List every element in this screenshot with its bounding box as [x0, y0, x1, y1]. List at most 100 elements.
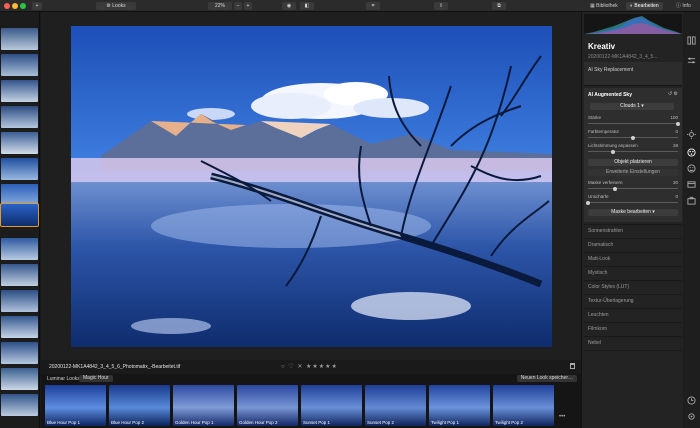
main-photo[interactable] — [71, 26, 552, 347]
filmstrip-thumb[interactable] — [1, 238, 38, 260]
top-toolbar: + ⚙ Looks 22% – + ◉ ◧ ⌗ ⇪ ⧉ ▦ Bibliothek… — [0, 0, 700, 12]
looks-category-select[interactable]: Magic Hour — [79, 375, 113, 382]
crop-icon[interactable]: ⌗ — [366, 2, 380, 10]
tool-matte-look[interactable]: Matt-Look — [588, 256, 610, 262]
eye-icon[interactable]: ◉ — [282, 2, 296, 10]
divider — [584, 252, 682, 253]
edit-mask-button[interactable]: Maske bearbeiten ▾ — [588, 209, 678, 216]
slider-knob[interactable] — [586, 200, 590, 205]
tool-mystical[interactable]: Mystisch — [588, 270, 607, 276]
filmstrip-thumb[interactable] — [1, 132, 38, 154]
face-icon[interactable] — [687, 164, 696, 173]
look-name: Golden Hour Pop 1 — [175, 420, 214, 425]
zoom-out-button[interactable]: – — [234, 2, 242, 10]
palette-icon[interactable] — [687, 148, 696, 157]
slider-value: 0 — [675, 194, 678, 199]
filmstrip-thumb[interactable] — [1, 368, 38, 390]
look-thumb[interactable]: Blue Hour Pop 1 — [45, 385, 106, 426]
tool-texture-overlay[interactable]: Textur-Überlagerung — [588, 298, 634, 304]
filmstrip-thumb[interactable] — [1, 80, 38, 102]
place-object-button[interactable]: Objekt platzieren — [588, 159, 678, 166]
filmstrip-thumb[interactable] — [1, 28, 38, 50]
compare-icon[interactable]: ◧ — [300, 2, 314, 10]
look-thumb[interactable]: Twilight Pop 1 — [429, 385, 490, 426]
filmstrip-thumb[interactable] — [1, 184, 38, 206]
filmstrip-thumb[interactable] — [1, 158, 38, 180]
filmstrip-thumb[interactable] — [1, 264, 38, 286]
settings-icon[interactable] — [687, 412, 696, 421]
tab-library-label: Bibliothek — [596, 3, 618, 9]
filmstrip-thumb[interactable] — [1, 316, 38, 338]
tool-glow[interactable]: Leuchten — [588, 312, 609, 318]
more-icon[interactable]: ••• — [559, 414, 565, 420]
image-canvas[interactable] — [41, 12, 581, 360]
look-thumb[interactable]: Golden Hour Pop 1 — [173, 385, 234, 426]
zoom-select[interactable]: 22% — [208, 2, 232, 10]
share-icon[interactable]: ⇪ — [434, 2, 448, 10]
slider-value: 0 — [675, 129, 678, 134]
slider-knob[interactable] — [613, 186, 617, 191]
tab-library[interactable]: ▦ Bibliothek — [586, 2, 622, 10]
divider — [584, 322, 682, 323]
slider-value: 100 — [670, 115, 678, 120]
rating-stars[interactable]: ○ ♡ ✕ ★★★★★ — [281, 363, 338, 370]
look-thumb[interactable]: Twilight Pop 2 — [493, 385, 554, 426]
reset-settings-icons[interactable]: ↺ ⚙ — [668, 91, 678, 97]
slider-knob[interactable] — [676, 121, 680, 126]
advanced-settings-button[interactable]: Erweiterte Einstellungen — [588, 169, 678, 176]
filmstrip-thumb[interactable] — [1, 342, 38, 364]
filmstrip-thumb[interactable] — [1, 394, 38, 416]
layers-icon[interactable] — [687, 36, 696, 45]
briefcase-icon[interactable] — [687, 196, 696, 205]
look-name: Blue Hour Pop 2 — [111, 420, 145, 425]
divider — [584, 266, 682, 267]
tab-edit[interactable]: ◐ Bearbeiten — [626, 2, 663, 10]
slider-value: 28 — [672, 143, 678, 148]
tab-info[interactable]: ⓘ Info — [672, 2, 695, 10]
professional-icon[interactable] — [687, 180, 696, 189]
temperature-slider[interactable] — [588, 135, 678, 140]
zoom-window-icon[interactable] — [20, 3, 26, 9]
divider — [584, 294, 682, 295]
minimize-window-icon[interactable] — [12, 3, 18, 9]
slider-knob[interactable] — [611, 149, 616, 154]
add-button[interactable]: + — [32, 2, 42, 10]
tool-film-grain[interactable]: Filmkorn — [588, 326, 607, 332]
look-thumb[interactable]: Blue Hour Pop 2 — [109, 385, 170, 426]
export-icon[interactable]: ⧉ — [492, 2, 506, 10]
look-thumb[interactable]: Sunset Pop 1 — [301, 385, 362, 426]
mask-refine-slider[interactable] — [588, 186, 678, 191]
looks-strip: Luminar Looks: Magic Hour Neuen Look spe… — [41, 374, 581, 428]
filmstrip-thumb[interactable] — [1, 54, 38, 76]
sun-icon[interactable] — [687, 130, 696, 139]
sky-object-select[interactable]: Clouds 1 ▾ — [590, 103, 674, 110]
slider-knob[interactable] — [631, 135, 635, 140]
slider-label: Unschärfe — [588, 194, 609, 199]
ai-sky-replacement-section[interactable]: AI Sky Replacement — [584, 62, 682, 86]
divider — [584, 350, 682, 351]
trash-icon[interactable] — [570, 363, 575, 369]
look-name: Twilight Pop 1 — [431, 420, 460, 425]
looks-strip-label: Luminar Looks: — [47, 376, 82, 382]
tool-fog[interactable]: Nebel — [588, 340, 601, 346]
zoom-in-button[interactable]: + — [244, 2, 252, 10]
look-thumb[interactable]: Sunset Pop 2 — [365, 385, 426, 426]
history-icon[interactable] — [687, 396, 696, 405]
blur-slider[interactable] — [586, 200, 678, 205]
look-thumb[interactable]: Golden Hour Pop 2 — [237, 385, 298, 426]
filmstrip-thumb[interactable] — [1, 290, 38, 312]
image-info-bar: 20200122-MK1A4842_3_4_5_6_Photomatix_-Be… — [41, 360, 581, 374]
tool-sunrays[interactable]: Sonnenstrahlen — [588, 228, 623, 234]
divider — [584, 336, 682, 337]
tool-color-styles[interactable]: Color Styles (LUT) — [588, 284, 629, 290]
amount-slider[interactable] — [588, 121, 680, 126]
save-look-button[interactable]: Neuen Look speicher… — [516, 375, 577, 382]
relight-slider[interactable] — [588, 149, 678, 154]
divider — [584, 224, 682, 225]
sliders-icon[interactable] — [687, 56, 696, 65]
filmstrip-thumb-selected[interactable] — [0, 203, 39, 227]
tool-dramatic[interactable]: Dramatisch — [588, 242, 613, 248]
close-window-icon[interactable] — [4, 3, 10, 9]
looks-button[interactable]: ⚙ Looks — [96, 2, 136, 10]
filmstrip-thumb[interactable] — [1, 106, 38, 128]
